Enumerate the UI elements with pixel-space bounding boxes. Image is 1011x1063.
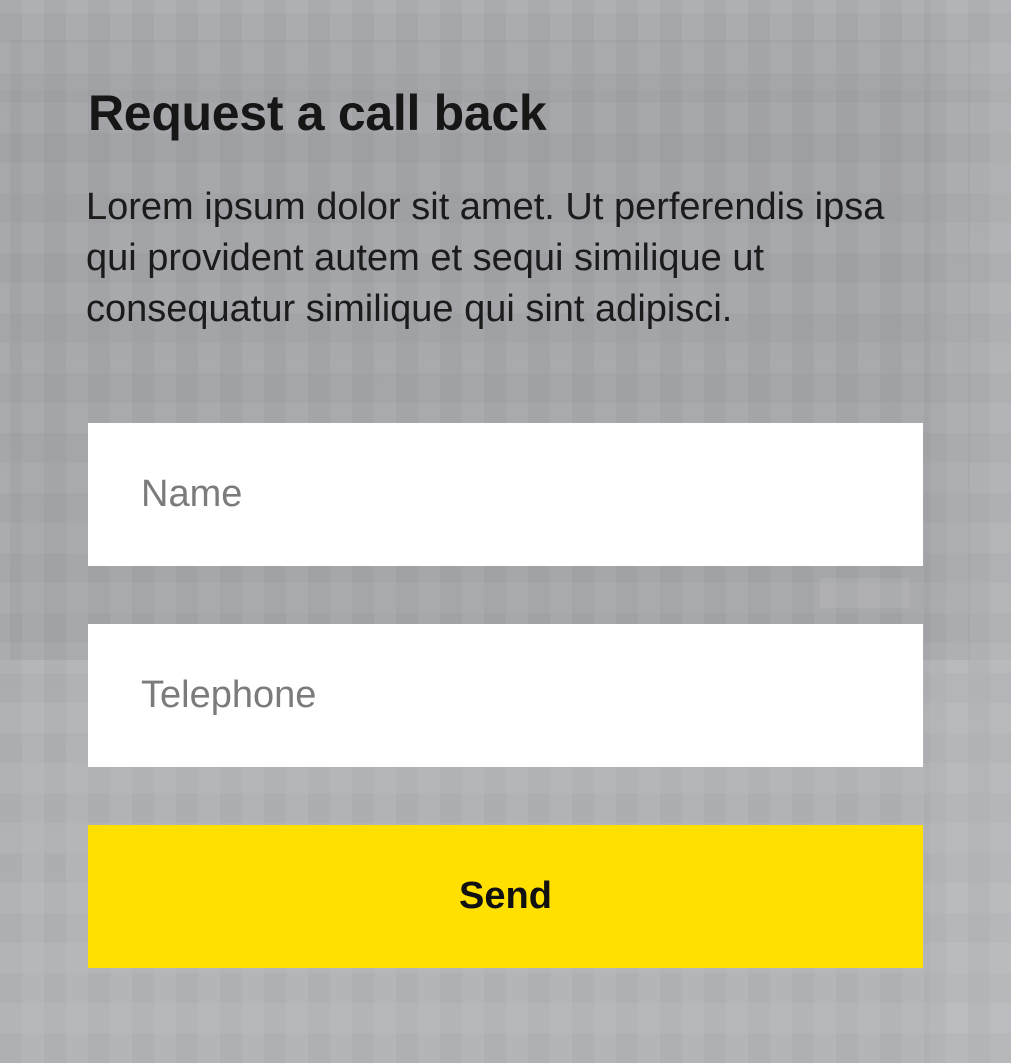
background-shape [820,578,910,608]
send-button[interactable]: Send [88,825,923,968]
callback-page: Request a call back Lorem ipsum dolor si… [0,0,1011,1063]
telephone-input[interactable] [88,624,923,767]
background-shape [0,0,1011,90]
form-title: Request a call back [88,85,547,141]
name-input[interactable] [88,423,923,566]
form-description: Lorem ipsum dolor sit amet. Ut perferend… [86,186,885,330]
